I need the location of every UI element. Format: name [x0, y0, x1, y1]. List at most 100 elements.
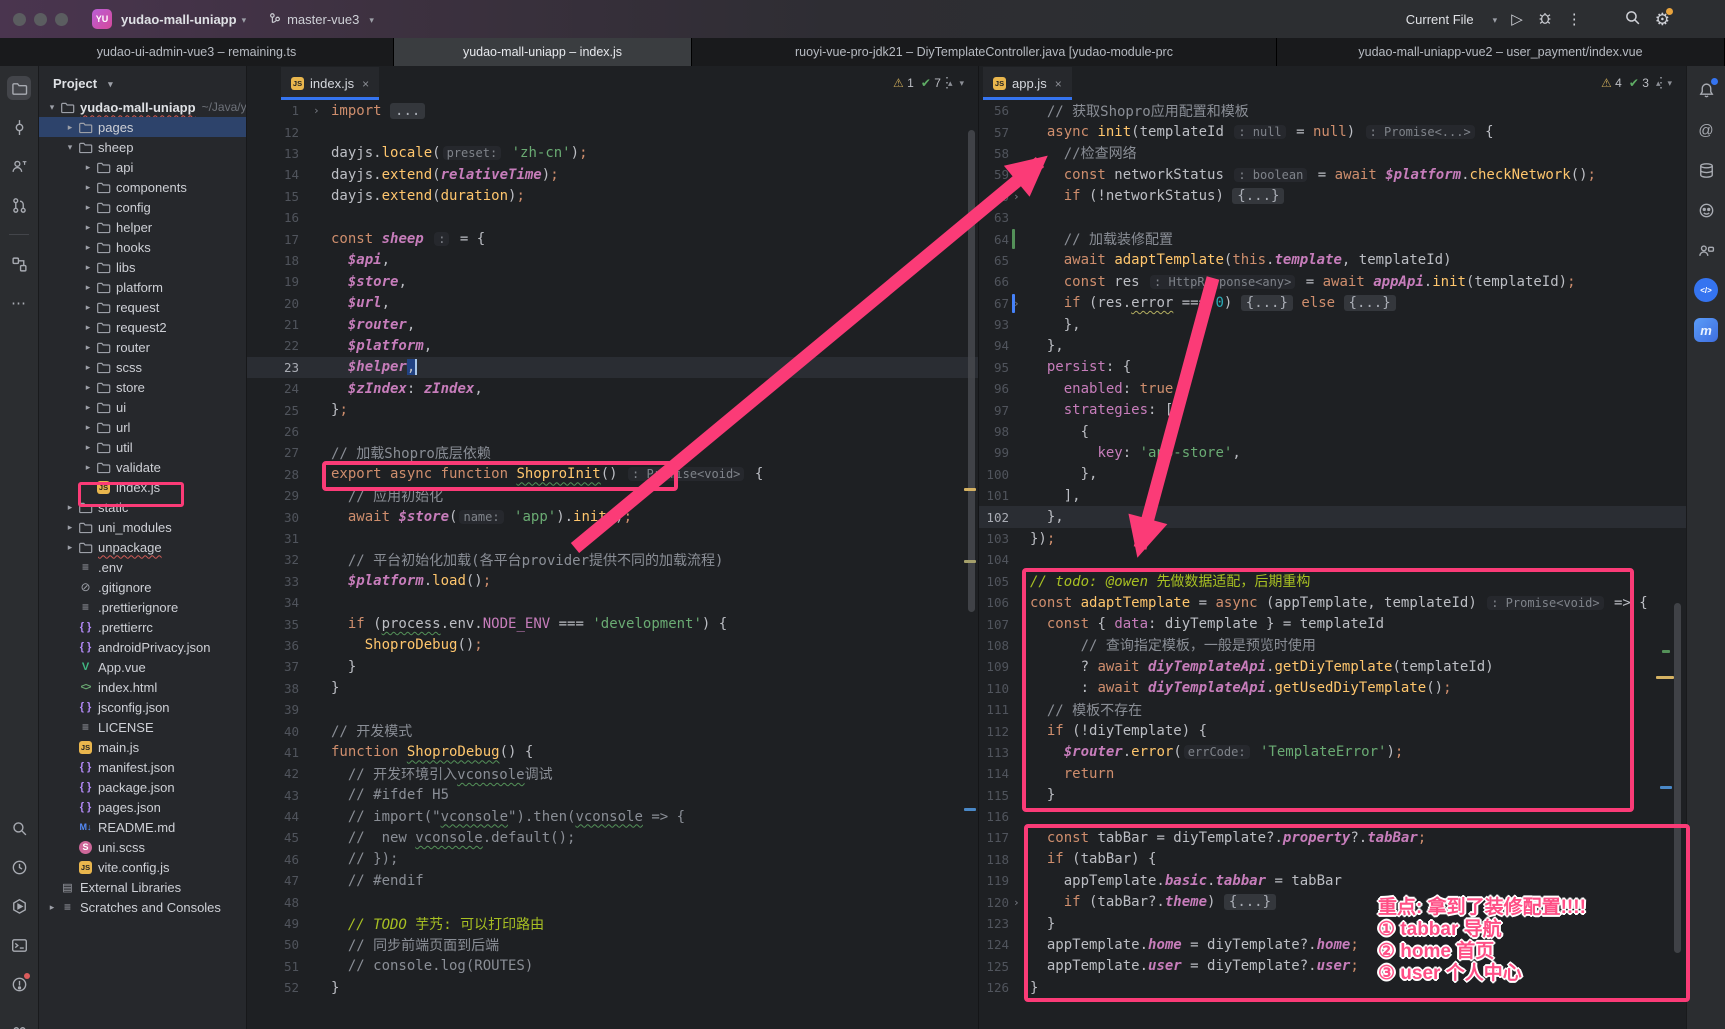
- tree-item[interactable]: <>index.html: [39, 677, 246, 697]
- window-tab[interactable]: yudao-ui-admin-vue3 – remaining.ts: [0, 38, 394, 66]
- code-line[interactable]: 60› if (!networkStatus) {...}: [979, 186, 1686, 207]
- fold-chevron-icon[interactable]: ›: [1013, 190, 1030, 203]
- code-line[interactable]: 112 if (!diyTemplate) {: [979, 720, 1686, 741]
- project-badge[interactable]: YU: [92, 9, 112, 29]
- tree-item[interactable]: ▸components: [39, 177, 246, 197]
- window-close-icon[interactable]: [13, 13, 26, 26]
- tree-item[interactable]: { }package.json: [39, 777, 246, 797]
- code-with-me-icon[interactable]: [7, 154, 31, 178]
- code-line[interactable]: 51 // console.log(ROUTES): [247, 956, 978, 977]
- code-line[interactable]: 66 const res : HttpResponse<any> = await…: [979, 271, 1686, 292]
- code-line[interactable]: 57 async init(templateId : null = null) …: [979, 121, 1686, 142]
- code-line[interactable]: 100 },: [979, 464, 1686, 485]
- prev-issue-icon[interactable]: ▴: [948, 78, 953, 89]
- tab-app-js[interactable]: JS app.js ×: [983, 67, 1072, 100]
- code-line[interactable]: 40// 开发模式: [247, 720, 978, 741]
- close-icon[interactable]: ×: [1055, 77, 1062, 91]
- editor-index-js[interactable]: JS index.js × ⋮ ⚠ 1 ✔ 7 ▴ ▾ 1›import ...…: [247, 66, 979, 1029]
- code-line[interactable]: 96 enabled: true,: [979, 378, 1686, 399]
- code-line[interactable]: 25};: [247, 399, 978, 420]
- code-line[interactable]: 115 }: [979, 785, 1686, 806]
- code-line[interactable]: 108 // 查询指定模板，一般是预览时使用: [979, 635, 1686, 656]
- database-icon[interactable]: [1694, 158, 1718, 182]
- branch-widget[interactable]: master-vue3 ▾: [268, 12, 374, 27]
- code-line[interactable]: 64 // 加载装修配置: [979, 228, 1686, 249]
- tab-index-js[interactable]: JS index.js ×: [281, 67, 379, 100]
- code-line[interactable]: 52}: [247, 977, 978, 998]
- code-line[interactable]: 24 $zIndex: zIndex,: [247, 378, 978, 399]
- tree-item[interactable]: { }pages.json: [39, 797, 246, 817]
- tree-item[interactable]: ≡.prettierignore: [39, 597, 246, 617]
- code-line[interactable]: 111 // 模板不存在: [979, 699, 1686, 720]
- code-line[interactable]: 23 $helper,: [247, 357, 978, 378]
- code-line[interactable]: 46 // });: [247, 849, 978, 870]
- search-everywhere-icon[interactable]: [7, 816, 31, 840]
- code-line[interactable]: 119 appTemplate.basic.tabbar = tabBar: [979, 870, 1686, 891]
- code-line[interactable]: 12: [247, 121, 978, 142]
- more-tools-icon[interactable]: ⋯: [7, 291, 31, 315]
- window-minimize-icon[interactable]: [34, 13, 47, 26]
- code-line[interactable]: 102 },: [979, 506, 1686, 527]
- fold-chevron-icon[interactable]: ›: [1013, 896, 1030, 909]
- code-with-me-users-icon[interactable]: [1694, 238, 1718, 262]
- code-line[interactable]: 19 $store,: [247, 271, 978, 292]
- tree-item[interactable]: ▸platform: [39, 277, 246, 297]
- code-line[interactable]: 56 // 获取Shopro应用配置和模板: [979, 100, 1686, 121]
- tree-item[interactable]: ▤External Libraries: [39, 877, 246, 897]
- code-line[interactable]: 101 ],: [979, 485, 1686, 506]
- code-line[interactable]: 67› if (res.error === 0) {...} else {...…: [979, 293, 1686, 314]
- editor-app-js[interactable]: JS app.js × ⋮ ⚠ 4 ✔ 3 ▴ ▾ 56 // 获取Shopro…: [979, 66, 1686, 1029]
- code-line[interactable]: 110 : await diyTemplateApi.getUsedDiyTem…: [979, 678, 1686, 699]
- code-line[interactable]: 37 }: [247, 656, 978, 677]
- tree-item[interactable]: ▸helper: [39, 217, 246, 237]
- project-icon[interactable]: [7, 76, 31, 100]
- code-line[interactable]: 105// todo: @owen 先做数据适配，后期重构: [979, 571, 1686, 592]
- code-line[interactable]: 30 await $store(name: 'app').init();: [247, 506, 978, 527]
- code-line[interactable]: 50 // 同步前端页面到后端: [247, 934, 978, 955]
- code-line[interactable]: 28export async function ShoproInit() : P…: [247, 464, 978, 485]
- tree-item[interactable]: ▾yudao-mall-uniapp~/Java/yud: [39, 97, 246, 117]
- tree-item[interactable]: ≡.env: [39, 557, 246, 577]
- next-issue-icon[interactable]: ▾: [959, 78, 964, 89]
- problems-icon[interactable]: [7, 972, 31, 996]
- settings-gear-icon[interactable]: ⚙: [1655, 11, 1670, 28]
- code-line[interactable]: 93 },: [979, 314, 1686, 335]
- code-line[interactable]: 29 // 应用初始化: [247, 485, 978, 506]
- next-issue-icon[interactable]: ▾: [1667, 78, 1672, 89]
- code-line[interactable]: 14dayjs.extend(relativeTime);: [247, 164, 978, 185]
- project-name[interactable]: yudao-mall-uniapp: [121, 12, 237, 27]
- tree-item[interactable]: { }.prettierrc: [39, 617, 246, 637]
- close-icon[interactable]: ×: [362, 77, 369, 91]
- tree-item[interactable]: { }manifest.json: [39, 757, 246, 777]
- code-line[interactable]: 65 await adaptTemplate(this.template, te…: [979, 250, 1686, 271]
- code-line[interactable]: 17const sheep : = {: [247, 228, 978, 249]
- code-line[interactable]: 22 $platform,: [247, 335, 978, 356]
- search-icon[interactable]: [1624, 9, 1641, 29]
- ai-assistant-icon[interactable]: @: [1694, 118, 1718, 142]
- tree-item[interactable]: ▸api: [39, 157, 246, 177]
- tree-item[interactable]: ▸pages: [39, 117, 246, 137]
- code-line[interactable]: 43 // #ifdef H5: [247, 785, 978, 806]
- code-line[interactable]: 13dayjs.locale(preset: 'zh-cn');: [247, 143, 978, 164]
- inspections-widget[interactable]: ⚠ 4 ✔ 3 ▴ ▾: [1601, 76, 1672, 90]
- tree-item[interactable]: ▸≡Scratches and Consoles: [39, 897, 246, 917]
- panel-title[interactable]: Project: [53, 76, 97, 91]
- code-line[interactable]: 113 $router.error(errCode: 'TemplateErro…: [979, 742, 1686, 763]
- more-actions-icon[interactable]: ⋮: [1567, 12, 1582, 27]
- pull-requests-icon[interactable]: [7, 193, 31, 217]
- code-line[interactable]: 41function ShoproDebug() {: [247, 742, 978, 763]
- tree-item[interactable]: ▸libs: [39, 257, 246, 277]
- code-line[interactable]: 103});: [979, 528, 1686, 549]
- tree-item[interactable]: ▸util: [39, 437, 246, 457]
- tree-item[interactable]: ▸url: [39, 417, 246, 437]
- code-line[interactable]: 48: [247, 891, 978, 912]
- code-line[interactable]: 97 strategies: [: [979, 399, 1686, 420]
- code-line[interactable]: 36 ShoproDebug();: [247, 635, 978, 656]
- code-line[interactable]: 42 // 开发环境引入vconsole调试: [247, 763, 978, 784]
- code-line[interactable]: 20 $url,: [247, 293, 978, 314]
- scrollbar-thumb[interactable]: [968, 130, 975, 612]
- tree-item[interactable]: ▸request: [39, 297, 246, 317]
- tree-item[interactable]: JSindex.js: [39, 477, 246, 497]
- code-line[interactable]: 109 ? await diyTemplateApi.getDiyTemplat…: [979, 656, 1686, 677]
- tree-item[interactable]: ▸validate: [39, 457, 246, 477]
